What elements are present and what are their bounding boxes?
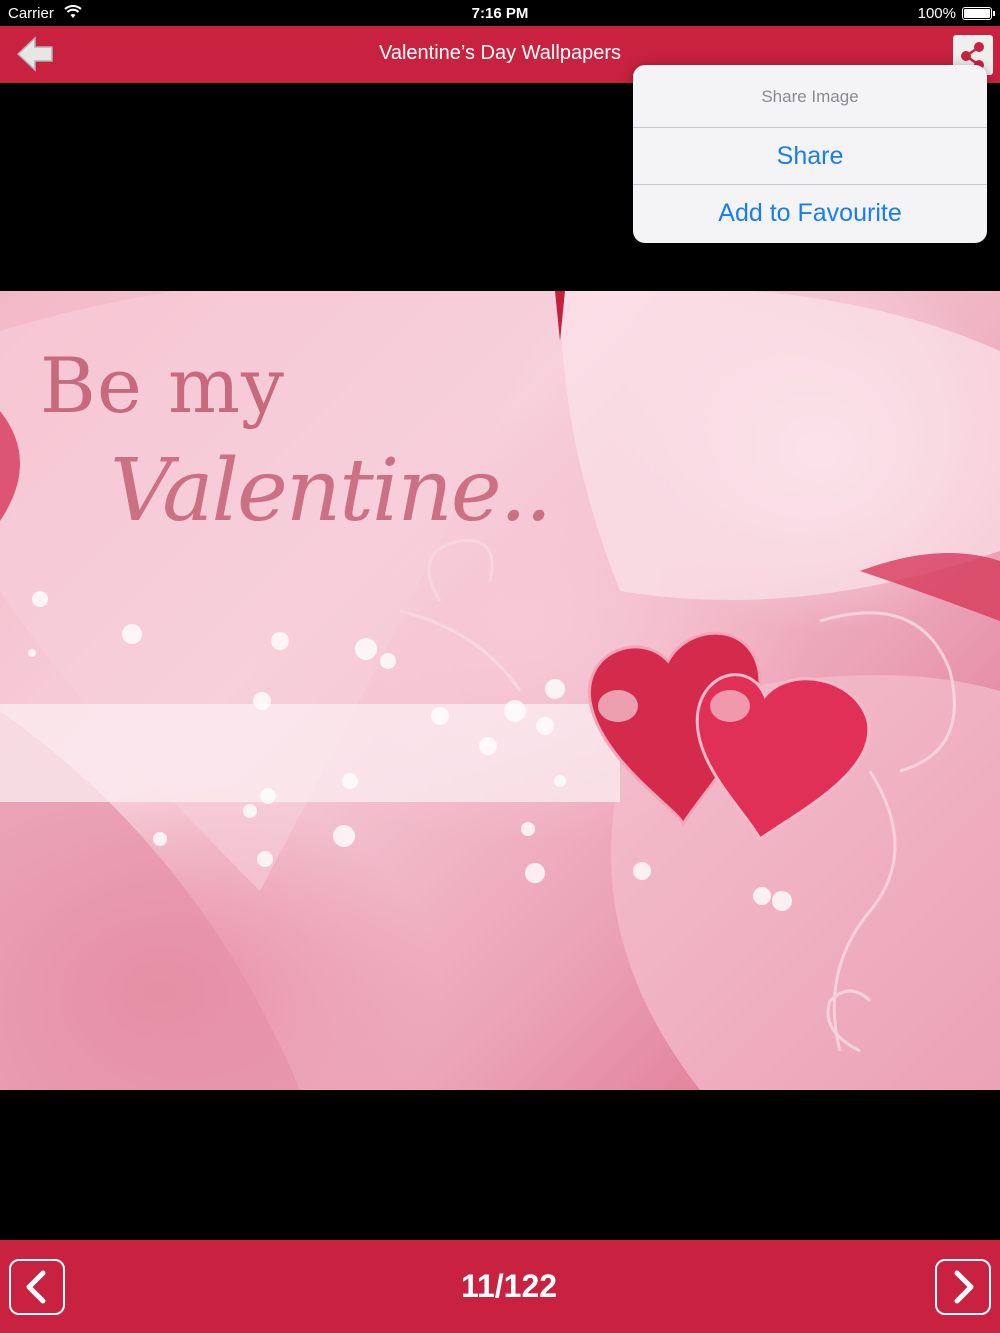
share-option[interactable]: Share [633, 128, 987, 185]
bottom-toolbar: 11/122 [0, 1240, 1000, 1333]
wallpaper-text-line1: Be my [40, 341, 285, 430]
battery-percentage: 100% [917, 5, 956, 22]
popover-title: Share Image [633, 65, 987, 128]
wallpaper-image: Be my Valentine.. [0, 291, 1000, 1090]
page-title: Valentine’s Day Wallpapers [379, 42, 621, 64]
add-to-favourite-option[interactable]: Add to Favourite [633, 185, 987, 242]
wallpaper-text-line2: Valentine.. [110, 441, 552, 541]
chevron-right-icon [954, 1270, 974, 1304]
share-popover: Share Image Share Add to Favourite [633, 65, 987, 243]
battery-icon [962, 7, 995, 20]
next-button[interactable] [935, 1259, 991, 1315]
page-counter: 11/122 [460, 1268, 558, 1304]
image-viewer[interactable]: Be my Valentine.. [0, 83, 1000, 1240]
status-bar: Carrier 7:16 PM 100% [0, 0, 1000, 26]
clock: 7:16 PM [471, 5, 529, 22]
